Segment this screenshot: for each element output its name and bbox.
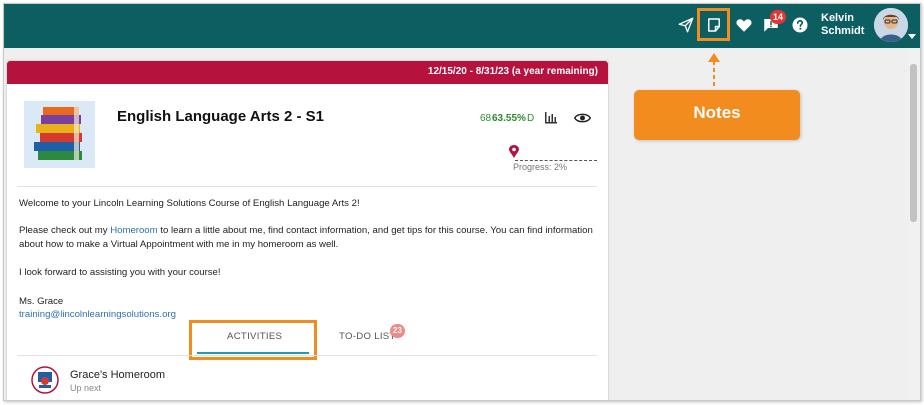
user-avatar[interactable] [874,8,908,42]
grade-points: 68 [480,113,492,124]
grade-percent: 63.55% [492,113,526,124]
activity-subtitle: Up next [70,383,102,393]
messages-badge: 14 [770,10,786,24]
callout-arrow-icon [708,53,720,86]
assist-line: I look forward to assisting you with you… [19,267,221,278]
homeroom-activity-icon [31,366,59,394]
notes-callout: Notes [634,90,800,140]
progress-pin-icon [509,145,519,158]
divider [17,355,597,356]
signature: Ms. Grace [19,296,64,307]
homeroom-link[interactable]: Homeroom [110,225,157,236]
teacher-email-link[interactable]: training@lincolnlearningsolutions.org [19,308,176,322]
homeroom-text-before: Please check out my [19,225,111,236]
help-icon[interactable] [791,16,809,34]
notes-icon-highlight [697,8,730,41]
course-title: English Language Arts 2 - S1 [117,108,324,125]
scrollbar-thumb[interactable] [910,64,917,222]
eye-icon[interactable] [574,111,591,125]
tab-todo-list[interactable]: TO-DO LIST [339,331,396,342]
app-window: 14 Kelvin Schmidt Notes 12/15/20 - 8/31/… [3,3,921,401]
activity-title[interactable]: Grace's Homeroom [70,369,165,381]
grade-chart-icon[interactable] [544,111,558,124]
course-card: 12/15/20 - 8/31/23 (a year remaining) En… [7,61,608,400]
date-band: 12/15/20 - 8/31/23 (a year remaining) [7,61,608,84]
welcome-line: Welcome to your Lincoln Learning Solutio… [19,198,360,209]
progress-track [515,160,597,161]
grade-letter: D [527,113,535,124]
activities-tab-highlight [189,320,317,360]
heart-icon[interactable] [735,16,753,34]
divider [17,186,597,187]
progress-label: Progress: 2% [513,162,568,172]
course-date-range: 12/15/20 - 8/31/23 (a year remaining) [427,66,598,77]
homeroom-paragraph: Please check out my Homeroom to learn a … [19,224,594,252]
account-menu-caret-icon[interactable] [908,34,916,39]
send-icon[interactable] [677,16,695,34]
user-name[interactable]: Kelvin Schmidt [821,12,871,38]
todo-count-badge: 23 [390,324,405,338]
course-books-image [24,101,95,168]
